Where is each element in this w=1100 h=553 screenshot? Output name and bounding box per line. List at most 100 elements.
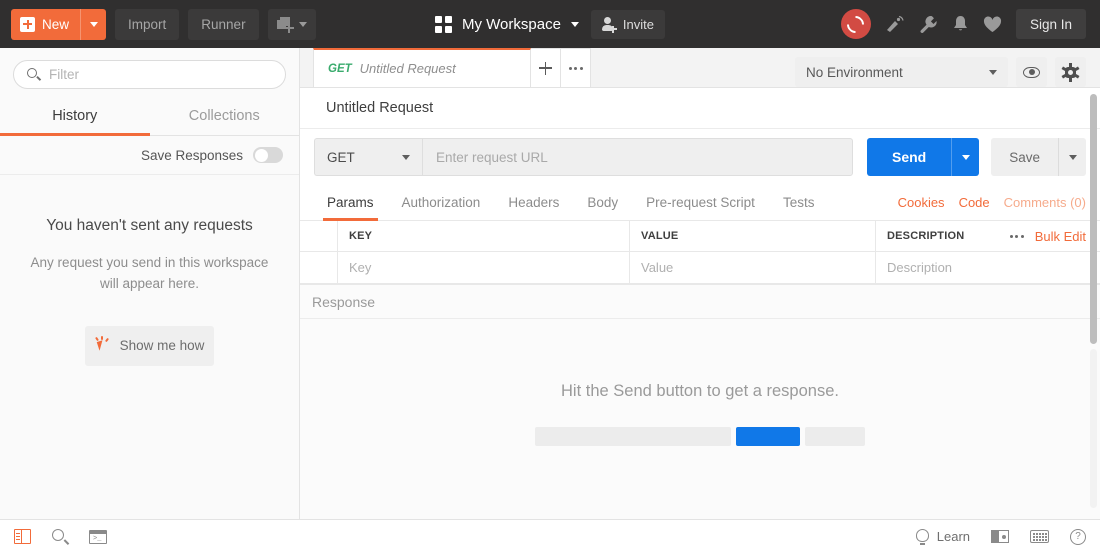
save-options-button[interactable] [1058,138,1086,176]
new-window-button[interactable] [268,9,316,40]
wrench-icon[interactable] [919,15,938,33]
response-label: Response [312,294,375,310]
ellipsis-icon[interactable] [1010,235,1024,238]
console-icon[interactable]: >_ [89,530,107,544]
subtab-params[interactable]: Params [313,185,388,221]
params-row-key-placeholder: Key [349,260,371,275]
comments-link[interactable]: Comments (0) [1004,195,1086,210]
header-left-actions: New Import Runner [0,9,316,40]
request-tab-name: Untitled Request [360,61,456,76]
satellite-dish-icon[interactable] [885,15,905,33]
response-header: Response [300,285,1100,319]
environment-quick-look-button[interactable] [1016,57,1047,87]
learn-label: Learn [937,529,970,544]
http-method-selector[interactable]: GET [314,138,422,176]
request-url-placeholder: Enter request URL [436,150,548,165]
subtab-body[interactable]: Body [573,185,632,221]
params-header-actions: Bulk Edit [990,221,1100,251]
request-tab-method: GET [328,63,352,75]
params-table-header-row: KEY VALUE DESCRIPTION Bulk Edit [300,221,1100,252]
params-row-description-placeholder: Description [887,260,952,275]
params-header-description: DESCRIPTION [876,221,990,251]
workspace-name: My Workspace [462,16,561,33]
eye-icon [1023,67,1040,78]
add-request-tab-button[interactable] [531,48,561,87]
chevron-down-icon [989,70,997,75]
subtab-pre-request-script[interactable]: Pre-request Script [632,185,769,221]
url-bar-row: GET Enter request URL Send Save [300,129,1100,185]
runner-button[interactable]: Runner [188,9,258,40]
header-right-actions: Sign In [841,9,1100,39]
sync-icon [847,16,864,33]
save-responses-toggle[interactable] [253,147,283,163]
bulk-edit-link[interactable]: Bulk Edit [1035,229,1086,244]
params-header-checkbox-cell [300,221,338,251]
keyboard-icon[interactable] [1030,530,1049,543]
new-button[interactable]: New [11,9,106,40]
status-bar: >_ Learn ? [0,519,1100,553]
request-tab[interactable]: GET Untitled Request [313,48,531,87]
two-pane-layout-icon[interactable] [991,530,1009,543]
params-row-key-input[interactable]: Key [338,252,630,283]
params-header-value-label: VALUE [641,230,678,242]
new-button-main[interactable]: New [11,9,80,40]
subtab-authorization[interactable]: Authorization [388,185,495,221]
cursor-click-icon [95,337,111,354]
workspace-selector[interactable]: My Workspace [435,16,579,33]
bell-icon[interactable] [952,15,969,33]
params-row-value-input[interactable]: Value [630,252,876,283]
chevron-down-icon [571,22,579,27]
response-hint: Hit the Send button to get a response. [561,382,839,401]
chevron-down-icon [299,22,307,27]
show-me-how-button[interactable]: Show me how [85,326,214,366]
subtab-headers[interactable]: Headers [494,185,573,221]
sidebar-tab-collections[interactable]: Collections [150,99,300,135]
params-table: KEY VALUE DESCRIPTION Bulk Edit [300,221,1100,285]
subtab-tests[interactable]: Tests [769,185,829,221]
grid-icon [435,16,452,33]
sidebar-tab-history[interactable]: History [0,99,150,135]
params-row-checkbox-cell[interactable] [300,252,338,283]
send-options-button[interactable] [951,138,979,176]
heart-icon[interactable] [983,16,1002,33]
save-responses-label: Save Responses [141,148,243,163]
bulb-icon [916,529,929,545]
learn-button[interactable]: Learn [916,529,970,545]
save-responses-row: Save Responses [0,136,299,175]
filter-placeholder: Filter [49,67,79,82]
sidebar-toggle-icon[interactable] [14,529,31,544]
sync-button[interactable] [841,9,871,39]
chevron-down-icon [90,22,98,27]
request-url-input[interactable]: Enter request URL [422,138,853,176]
params-row-value-placeholder: Value [641,260,673,275]
response-illustration [535,427,865,446]
params-header-description-label: DESCRIPTION [887,230,964,242]
save-button-group: Save [991,138,1086,176]
invite-button[interactable]: Invite [591,10,665,39]
new-window-icon [277,17,293,32]
send-button[interactable]: Send [867,138,951,176]
search-icon[interactable] [52,529,68,545]
import-button[interactable]: Import [115,9,179,40]
environment-selector[interactable]: No Environment [795,57,1008,87]
params-row-description-input[interactable]: Description [876,252,1100,283]
params-header-key-label: KEY [349,230,372,242]
save-button[interactable]: Save [991,138,1058,176]
help-icon[interactable]: ? [1070,529,1086,545]
empty-state-subtitle: Any request you send in this workspace w… [30,253,270,295]
request-title: Untitled Request [326,100,433,116]
code-link[interactable]: Code [959,195,990,210]
environment-settings-button[interactable] [1055,57,1086,87]
environment-name: No Environment [806,65,903,80]
main-vertical-scrollbar[interactable] [1090,49,1097,518]
cookies-link[interactable]: Cookies [898,195,945,210]
tab-options-button[interactable] [561,48,591,87]
chevron-down-icon [1069,155,1077,160]
illustration-bar-accent [736,427,800,446]
illustration-bar [535,427,731,446]
new-button-dropdown[interactable] [80,9,106,40]
chevron-down-icon [402,155,410,160]
filter-input[interactable]: Filter [13,60,286,89]
sign-in-button[interactable]: Sign In [1016,9,1086,39]
scrollbar-thumb[interactable] [1090,94,1097,344]
